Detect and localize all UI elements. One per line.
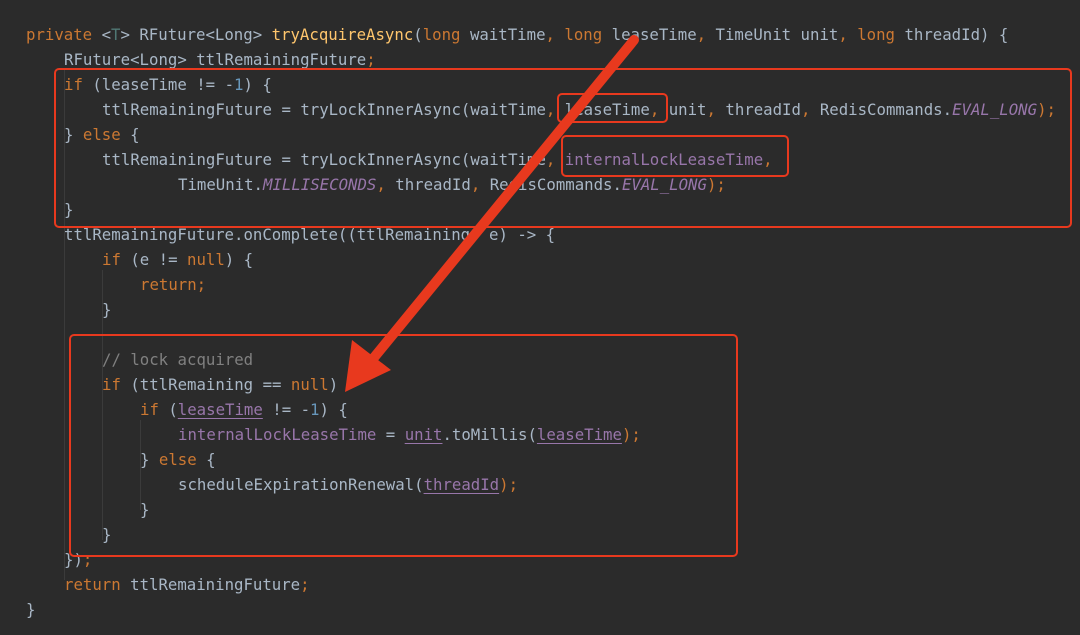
code-editor[interactable]: private <T> RFuture<Long> tryAcquireAsyn… <box>0 0 1080 635</box>
arrow-to-lock-acquired <box>345 35 639 392</box>
arrow-shaft <box>367 35 639 365</box>
